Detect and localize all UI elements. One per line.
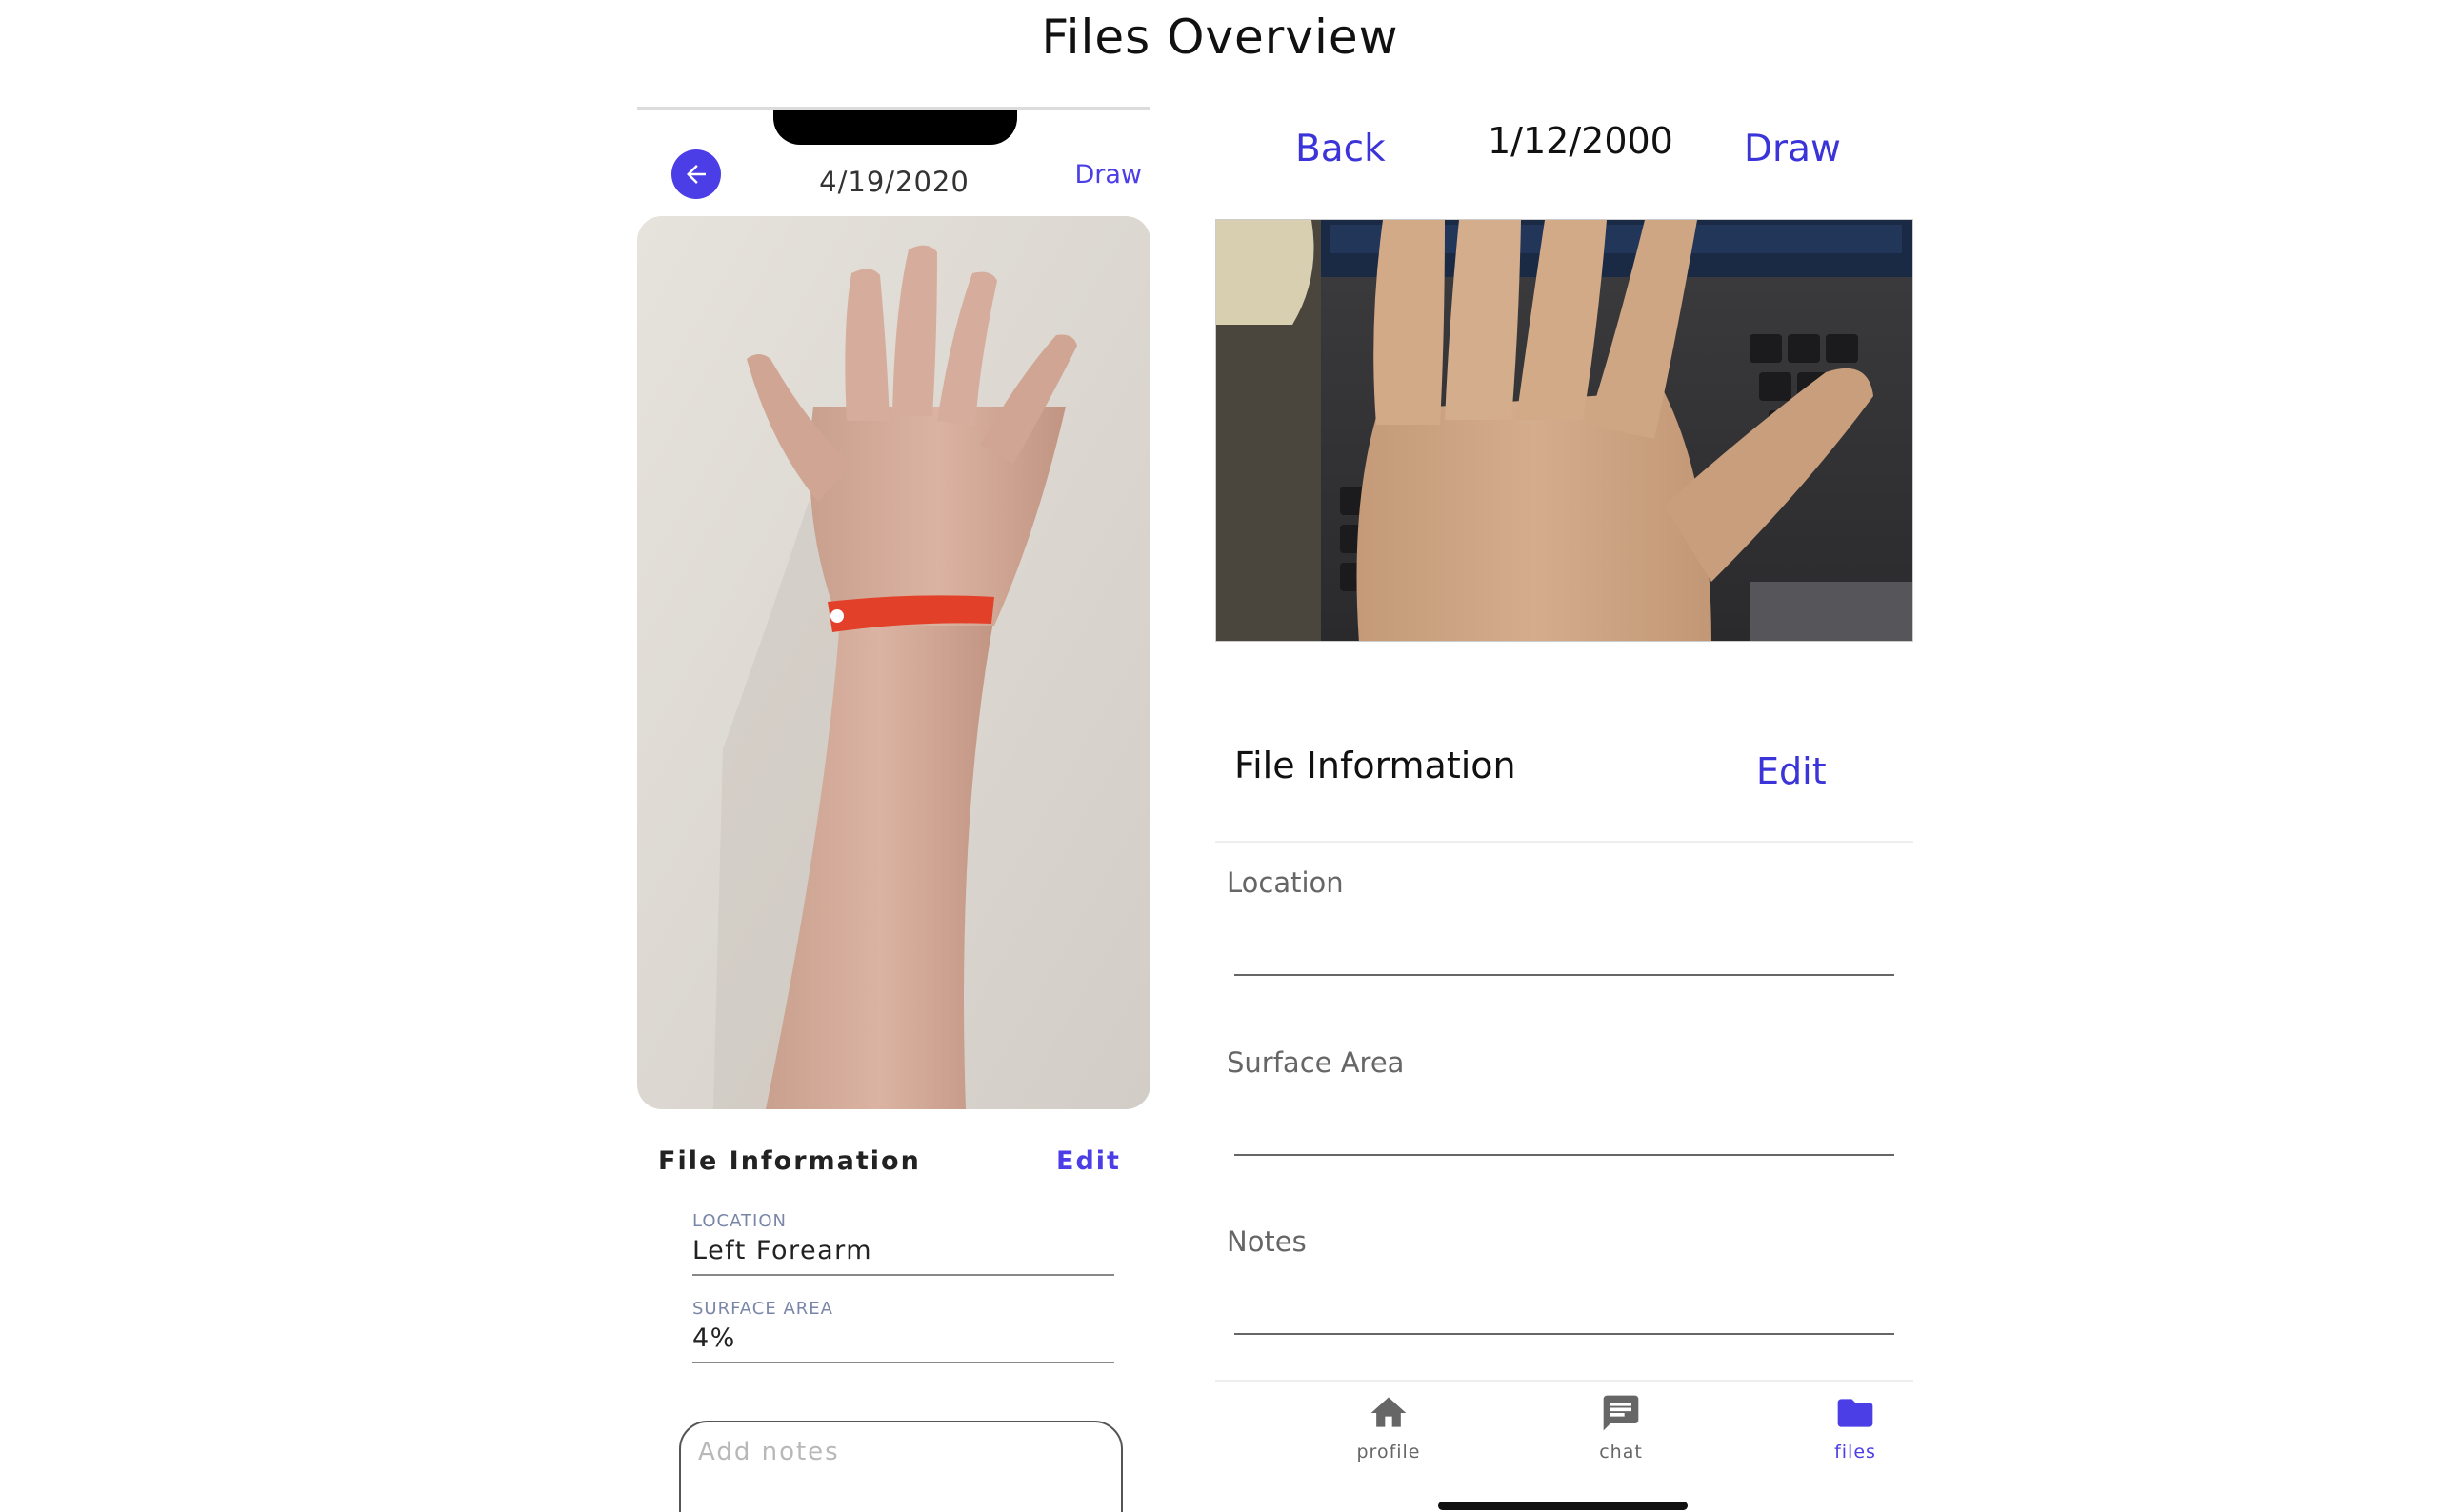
right-phone-screen: Back 1/12/2000 Draw File Information Edi… bbox=[1215, 107, 1913, 1512]
photo-date: 4/19/2020 bbox=[819, 166, 970, 198]
chat-icon bbox=[1603, 1395, 1639, 1431]
draw-button[interactable]: Draw bbox=[1744, 128, 1841, 170]
phone-notch bbox=[773, 110, 1017, 145]
folder-icon bbox=[1837, 1399, 1873, 1427]
tab-files[interactable]: files bbox=[1798, 1392, 1912, 1462]
notes-input[interactable]: Add notes bbox=[679, 1421, 1123, 1512]
edit-button[interactable]: Edit bbox=[1756, 750, 1827, 792]
edit-button[interactable]: Edit bbox=[1056, 1146, 1121, 1176]
page-title: Files Overview bbox=[1041, 10, 1399, 65]
location-label: LOCATION bbox=[692, 1211, 787, 1231]
photo-date: 1/12/2000 bbox=[1488, 120, 1673, 162]
location-label: Location bbox=[1227, 866, 1344, 899]
back-button[interactable] bbox=[671, 149, 721, 199]
surface-area-field[interactable]: 4% bbox=[692, 1323, 736, 1353]
arm-photo-illustration bbox=[637, 216, 1150, 1109]
surface-area-label: Surface Area bbox=[1227, 1046, 1405, 1079]
notes-field[interactable] bbox=[1234, 1333, 1894, 1335]
back-button[interactable]: Back bbox=[1295, 128, 1386, 170]
surface-area-underline bbox=[692, 1362, 1114, 1363]
notes-label: Notes bbox=[1227, 1225, 1307, 1258]
left-phone-screen: 4/19/2020 Draw File Information Edit LOC… bbox=[637, 107, 1150, 1512]
file-information-title: File Information bbox=[658, 1146, 921, 1176]
section-divider bbox=[1215, 841, 1913, 843]
home-indicator bbox=[1438, 1502, 1688, 1510]
tab-profile[interactable]: profile bbox=[1331, 1392, 1446, 1462]
location-field[interactable] bbox=[1234, 974, 1894, 976]
hand-photo bbox=[1215, 219, 1913, 642]
tab-label: chat bbox=[1599, 1442, 1643, 1462]
draw-button[interactable]: Draw bbox=[1047, 160, 1142, 189]
home-icon bbox=[1370, 1397, 1407, 1427]
forearm-photo bbox=[637, 216, 1150, 1109]
file-information-title: File Information bbox=[1234, 745, 1516, 786]
location-underline bbox=[692, 1274, 1114, 1276]
surface-area-label: SURFACE AREA bbox=[692, 1299, 833, 1319]
tab-label: profile bbox=[1356, 1442, 1421, 1462]
tab-bar-divider bbox=[1215, 1380, 1913, 1382]
hand-photo-illustration bbox=[1216, 220, 1912, 641]
tab-chat[interactable]: chat bbox=[1564, 1392, 1678, 1462]
tab-label: files bbox=[1834, 1442, 1876, 1462]
surface-area-field[interactable] bbox=[1234, 1154, 1894, 1156]
arrow-left-icon bbox=[687, 165, 706, 184]
location-field[interactable]: Left Forearm bbox=[692, 1236, 872, 1265]
